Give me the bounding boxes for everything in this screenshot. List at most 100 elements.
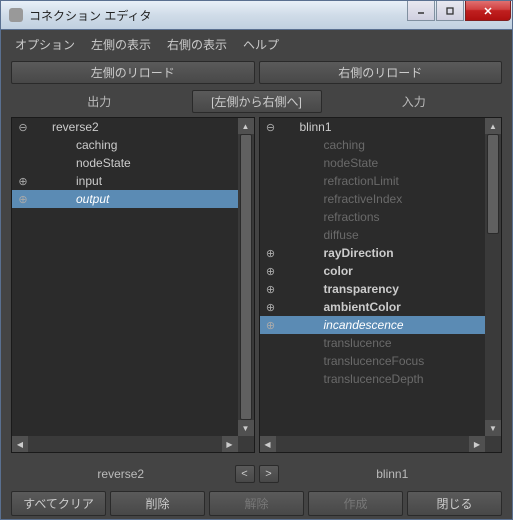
left-tree-item[interactable]: nodeState	[12, 154, 238, 172]
left-horizontal-scrollbar[interactable]: ◀ ▶	[12, 436, 238, 452]
right-tree-item[interactable]: translucenceDepth	[260, 370, 486, 388]
expand-icon[interactable]: ⊕	[264, 318, 278, 332]
make-button[interactable]: 作成	[308, 491, 403, 516]
menu-help[interactable]: ヘルプ	[237, 34, 285, 55]
tree-item-label: input	[72, 174, 102, 188]
menubar: オプション 左側の表示 右側の表示 ヘルプ	[1, 30, 512, 59]
no-toggle	[264, 336, 278, 350]
app-icon	[9, 8, 23, 22]
maximize-button[interactable]	[436, 1, 464, 21]
no-toggle	[264, 174, 278, 188]
right-tree-item[interactable]: caching	[260, 136, 486, 154]
tree-item-label: translucence	[320, 336, 392, 350]
expand-icon[interactable]: ⊕	[264, 300, 278, 314]
prev-button[interactable]: <	[235, 465, 255, 483]
reload-left-button[interactable]: 左側のリロード	[11, 61, 255, 84]
next-button[interactable]: >	[259, 465, 279, 483]
tree-item-label: nodeState	[72, 156, 131, 170]
left-panel: ⊖reverse2 caching nodeState ⊕ input ⊕ output…	[11, 117, 255, 453]
right-tree-item[interactable]: nodeState	[260, 154, 486, 172]
left-vertical-scrollbar[interactable]: ▲ ▼	[238, 118, 254, 436]
scroll-left-icon[interactable]: ◀	[260, 436, 276, 452]
right-vertical-scrollbar[interactable]: ▲ ▼	[485, 118, 501, 436]
scroll-right-icon[interactable]: ▶	[469, 436, 485, 452]
window-titlebar: コネクション エディタ	[0, 0, 513, 30]
input-column-label: 入力	[326, 93, 503, 110]
close-button[interactable]	[465, 1, 511, 21]
right-tree-item[interactable]: refractiveIndex	[260, 190, 486, 208]
right-tree-item[interactable]: ⊕ ambientColor	[260, 298, 486, 316]
left-tree-item[interactable]: ⊕ input	[12, 172, 238, 190]
left-node-name: reverse2	[11, 467, 231, 481]
no-toggle	[264, 354, 278, 368]
output-column-label: 出力	[11, 93, 188, 110]
no-toggle	[16, 138, 30, 152]
tree-item-label: incandescence	[320, 318, 404, 332]
direction-button[interactable]: [左側から右側へ]	[192, 90, 322, 113]
no-toggle	[264, 138, 278, 152]
expand-icon[interactable]: ⊕	[264, 264, 278, 278]
right-tree-item[interactable]: ⊕ rayDirection	[260, 244, 486, 262]
right-tree-item[interactable]: translucenceFocus	[260, 352, 486, 370]
expand-icon[interactable]: ⊕	[16, 192, 30, 206]
left-tree[interactable]: ⊖reverse2 caching nodeState ⊕ input ⊕ output	[12, 118, 238, 436]
tree-item-label: translucenceFocus	[320, 354, 425, 368]
right-tree-item[interactable]: ⊕ incandescence	[260, 316, 486, 334]
tree-item-label: nodeState	[320, 156, 379, 170]
left-tree-item[interactable]: ⊖reverse2	[12, 118, 238, 136]
reload-right-button[interactable]: 右側のリロード	[259, 61, 503, 84]
right-tree-item[interactable]: diffuse	[260, 226, 486, 244]
scroll-right-icon[interactable]: ▶	[222, 436, 238, 452]
tree-item-label: diffuse	[320, 228, 359, 242]
left-tree-item[interactable]: ⊕ output	[12, 190, 238, 208]
close-dialog-button[interactable]: 閉じる	[407, 491, 502, 516]
expand-icon[interactable]: ⊕	[264, 282, 278, 296]
menu-options[interactable]: オプション	[9, 34, 81, 55]
tree-item-label: ambientColor	[320, 300, 401, 314]
expand-icon[interactable]: ⊕	[264, 246, 278, 260]
tree-item-label: output	[72, 192, 109, 206]
right-tree-item[interactable]: refractionLimit	[260, 172, 486, 190]
remove-button[interactable]: 削除	[110, 491, 205, 516]
scroll-left-icon[interactable]: ◀	[12, 436, 28, 452]
clear-all-button[interactable]: すべてクリア	[11, 491, 106, 516]
right-tree-item[interactable]: ⊕ color	[260, 262, 486, 280]
collapse-icon[interactable]: ⊖	[264, 120, 278, 134]
no-toggle	[264, 228, 278, 242]
menu-right-display[interactable]: 右側の表示	[161, 34, 233, 55]
collapse-icon[interactable]: ⊖	[16, 120, 30, 134]
scroll-down-icon[interactable]: ▼	[485, 420, 501, 436]
minimize-button[interactable]	[407, 1, 435, 21]
no-toggle	[16, 156, 30, 170]
tree-item-label: rayDirection	[320, 246, 394, 260]
scroll-up-icon[interactable]: ▲	[238, 118, 254, 134]
no-toggle	[264, 192, 278, 206]
tree-item-label: caching	[72, 138, 117, 152]
right-panel: ⊖ blinn1 caching nodeState refractionLimi…	[259, 117, 503, 453]
right-node-name: blinn1	[283, 467, 503, 481]
no-toggle	[264, 210, 278, 224]
no-toggle	[264, 372, 278, 386]
scroll-down-icon[interactable]: ▼	[238, 420, 254, 436]
tree-item-label: caching	[320, 138, 365, 152]
right-tree-item[interactable]: ⊕ transparency	[260, 280, 486, 298]
right-tree-item[interactable]: ⊖ blinn1	[260, 118, 486, 136]
scroll-up-icon[interactable]: ▲	[485, 118, 501, 134]
tree-item-label: transparency	[320, 282, 399, 296]
right-tree[interactable]: ⊖ blinn1 caching nodeState refractionLimi…	[260, 118, 486, 436]
tree-item-label: refractionLimit	[320, 174, 399, 188]
menu-left-display[interactable]: 左側の表示	[85, 34, 157, 55]
window-title: コネクション エディタ	[29, 7, 407, 24]
tree-item-label: blinn1	[296, 120, 332, 134]
right-tree-item[interactable]: refractions	[260, 208, 486, 226]
left-tree-item[interactable]: caching	[12, 136, 238, 154]
tree-item-label: translucenceDepth	[320, 372, 424, 386]
break-button[interactable]: 解除	[209, 491, 304, 516]
tree-item-label: refractiveIndex	[320, 192, 403, 206]
no-toggle	[264, 156, 278, 170]
expand-icon[interactable]: ⊕	[16, 174, 30, 188]
tree-item-label: refractions	[320, 210, 380, 224]
right-horizontal-scrollbar[interactable]: ◀ ▶	[260, 436, 486, 452]
tree-item-label: color	[320, 264, 353, 278]
right-tree-item[interactable]: translucence	[260, 334, 486, 352]
